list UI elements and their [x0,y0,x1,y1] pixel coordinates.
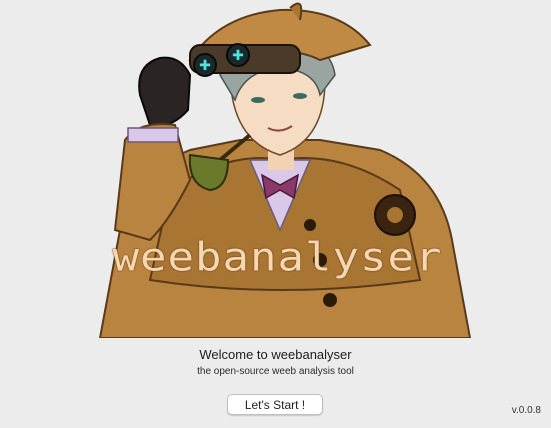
welcome-window: ✚ ✚ weebanalyser Welcome to weebanalyser… [0,0,551,428]
svg-text:✚: ✚ [232,48,244,64]
welcome-title: Welcome to weebanalyser [199,347,352,362]
version-label: v.0.0.8 [511,405,541,416]
lets-start-button[interactable]: Let's Start ! [227,394,323,415]
welcome-subtitle: the open-source weeb analysis tool [197,366,354,377]
svg-text:✚: ✚ [199,58,211,74]
detective-character-illustration: ✚ ✚ [98,2,472,338]
hero-illustration: ✚ ✚ weebanalyser [80,0,475,338]
app-logo-text: weebanalyser [112,234,443,281]
